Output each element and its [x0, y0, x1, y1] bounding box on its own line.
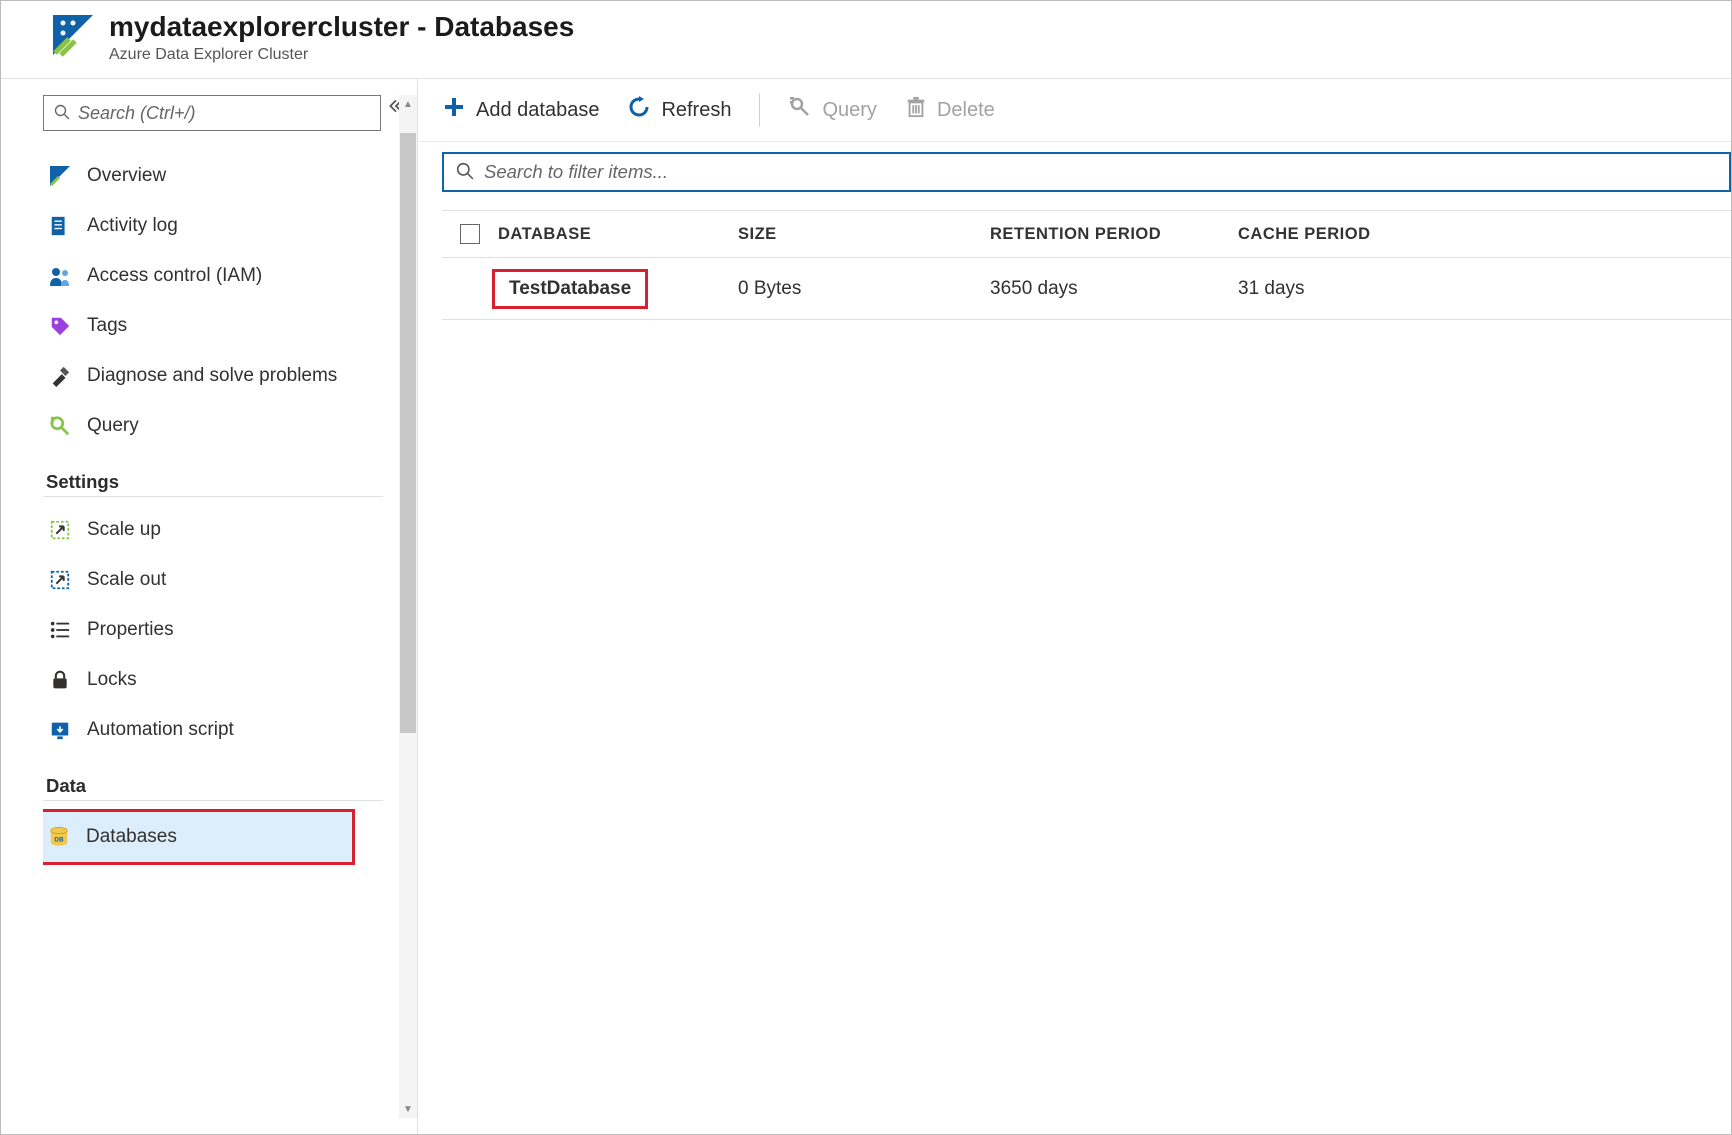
- filter-box[interactable]: [442, 152, 1731, 192]
- lock-icon: [47, 667, 73, 693]
- sidebar-item-label: Activity log: [87, 215, 178, 237]
- sidebar-item-properties[interactable]: Properties: [43, 605, 417, 655]
- sidebar-item-label: Overview: [87, 165, 166, 187]
- svg-text:DB: DB: [54, 837, 64, 844]
- page-header: mydataexplorercluster - Databases Azure …: [1, 1, 1731, 78]
- section-data-header: Data: [43, 755, 383, 801]
- log-icon: [47, 213, 73, 239]
- query-icon: [47, 413, 73, 439]
- sidebar-item-diagnose[interactable]: Diagnose and solve problems: [43, 351, 417, 401]
- sidebar-item-label: Tags: [87, 315, 127, 337]
- trash-icon: [905, 96, 927, 124]
- scaleout-icon: [47, 567, 73, 593]
- scaleup-icon: [47, 517, 73, 543]
- column-header-cache[interactable]: CACHE PERIOD: [1238, 225, 1731, 244]
- sidebar-item-scale-out[interactable]: Scale out: [43, 555, 417, 605]
- sidebar-item-activity-log[interactable]: Activity log: [43, 201, 417, 251]
- sidebar-item-query[interactable]: Query: [43, 401, 417, 451]
- search-icon: [54, 104, 70, 123]
- toolbar-label: Delete: [937, 99, 995, 122]
- properties-icon: [47, 617, 73, 643]
- page-title: mydataexplorercluster - Databases: [109, 11, 574, 43]
- sidebar-item-overview[interactable]: Overview: [43, 151, 417, 201]
- query-button: Query: [788, 95, 876, 125]
- toolbar-separator: [759, 93, 760, 127]
- sidebar-search-input[interactable]: [78, 103, 370, 124]
- scrollbar-thumb[interactable]: [400, 133, 416, 733]
- sidebar-item-label: Scale out: [87, 569, 166, 591]
- query-icon: [788, 95, 812, 125]
- sidebar-item-label: Properties: [87, 619, 174, 641]
- tag-icon: [47, 313, 73, 339]
- sidebar-item-label: Query: [87, 415, 139, 437]
- toolbar-label: Query: [822, 99, 876, 122]
- sidebar-item-label: Scale up: [87, 519, 161, 541]
- refresh-button[interactable]: Refresh: [627, 95, 731, 125]
- retention-cell: 3650 days: [990, 278, 1238, 300]
- search-icon: [456, 162, 474, 183]
- toolbar: Add database Refresh Query: [418, 79, 1731, 142]
- sidebar-item-scale-up[interactable]: Scale up: [43, 505, 417, 555]
- sidebar-search[interactable]: [43, 95, 381, 131]
- plus-icon: [442, 95, 466, 125]
- sidebar-scrollbar[interactable]: ▲ ▼: [399, 95, 417, 1118]
- section-settings-header: Settings: [43, 451, 383, 497]
- column-header-database[interactable]: DATABASE: [498, 225, 738, 244]
- people-icon: [47, 263, 73, 289]
- sidebar-item-label: Locks: [87, 669, 137, 691]
- sidebar-item-label: Automation script: [87, 719, 234, 741]
- tools-icon: [47, 363, 73, 389]
- databases-table: DATABASE SIZE RETENTION PERIOD CACHE PER…: [442, 210, 1731, 320]
- select-all-checkbox[interactable]: [460, 224, 480, 244]
- filter-input[interactable]: [484, 161, 1717, 183]
- cache-cell: 31 days: [1238, 278, 1731, 300]
- dataexplorer-cluster-icon: [49, 11, 97, 59]
- sidebar-item-label: Access control (IAM): [87, 265, 262, 287]
- refresh-icon: [627, 95, 651, 125]
- sidebar-item-access-control[interactable]: Access control (IAM): [43, 251, 417, 301]
- sidebar: Overview Activity log Access control (IA…: [1, 79, 417, 1134]
- table-row[interactable]: TestDatabase 0 Bytes 3650 days 31 days: [442, 258, 1731, 320]
- toolbar-label: Refresh: [661, 99, 731, 122]
- sidebar-item-label: Databases: [86, 826, 177, 848]
- size-cell: 0 Bytes: [738, 278, 990, 300]
- dataexplorer-icon: [47, 163, 73, 189]
- page-subtitle: Azure Data Explorer Cluster: [109, 46, 574, 64]
- sidebar-item-tags[interactable]: Tags: [43, 301, 417, 351]
- sidebar-item-label: Diagnose and solve problems: [87, 365, 337, 387]
- sidebar-item-automation-script[interactable]: Automation script: [43, 705, 417, 755]
- column-header-size[interactable]: SIZE: [738, 225, 990, 244]
- table-header: DATABASE SIZE RETENTION PERIOD CACHE PER…: [442, 210, 1731, 258]
- toolbar-label: Add database: [476, 99, 599, 122]
- sidebar-item-locks[interactable]: Locks: [43, 655, 417, 705]
- column-header-retention[interactable]: RETENTION PERIOD: [990, 225, 1238, 244]
- script-icon: [47, 717, 73, 743]
- sidebar-nav: Overview Activity log Access control (IA…: [43, 151, 417, 1134]
- main-content: Add database Refresh Query: [417, 79, 1731, 1134]
- delete-button: Delete: [905, 96, 995, 124]
- database-icon: DB: [46, 824, 72, 850]
- add-database-button[interactable]: Add database: [442, 95, 599, 125]
- database-name-cell[interactable]: TestDatabase: [492, 269, 648, 309]
- sidebar-item-databases[interactable]: DB Databases: [43, 809, 355, 865]
